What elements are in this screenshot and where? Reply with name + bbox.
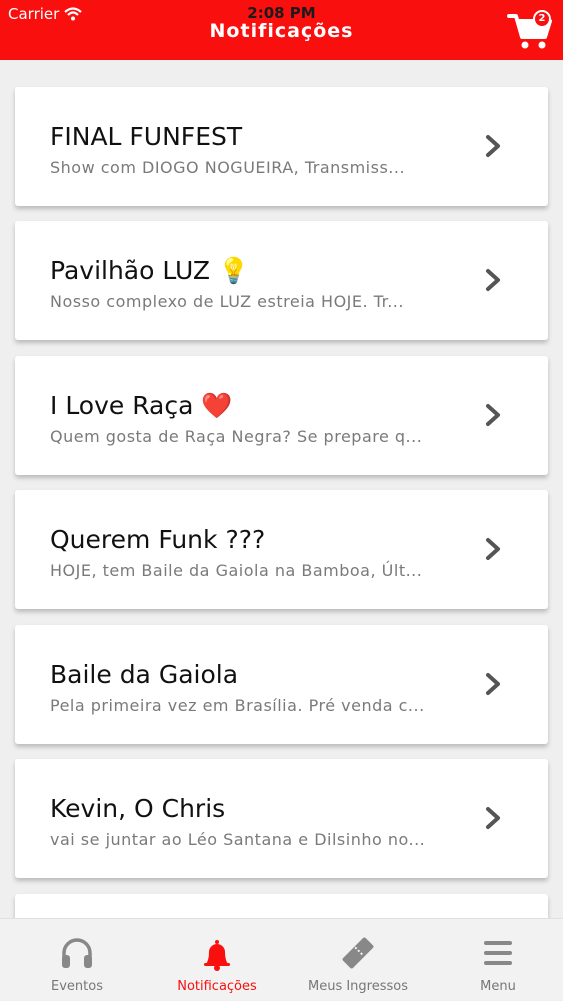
chevron-right-icon (486, 673, 500, 695)
menu-icon (484, 941, 512, 965)
tab-label: Menu (480, 979, 516, 994)
tab-eventos[interactable]: Eventos (7, 919, 147, 1001)
chevron-right-icon (486, 538, 500, 560)
notification-subtitle: Nosso complexo de LUZ estreia HOJE. Tr..… (50, 292, 404, 311)
notification-title: Querem Funk ??? (50, 525, 266, 554)
headphones-icon (62, 938, 92, 968)
cart-count-badge: 2 (533, 10, 551, 28)
notification-card[interactable]: Baile da Gaiola Pela primeira vez em Bra… (15, 625, 548, 744)
notification-card[interactable]: Querem Funk ??? HOJE, tem Baile da Gaiol… (15, 490, 548, 609)
chevron-right-icon (486, 404, 500, 426)
notification-card[interactable]: Kevin, O Chris vai se juntar ao Léo Sant… (15, 759, 548, 878)
bell-icon (204, 940, 230, 971)
tab-label: Meus Ingressos (307, 979, 408, 994)
chevron-right-icon (486, 807, 500, 829)
notification-card[interactable]: Pavilhão LUZ 💡 Nosso complexo de LUZ est… (15, 221, 548, 340)
cart-button[interactable]: 2 (507, 10, 553, 50)
notification-card[interactable]: FINAL FUNFEST Show com DIOGO NOGUEIRA, T… (15, 87, 548, 206)
tab-bar: Eventos Notificações Meus Ingressos Menu (0, 918, 563, 1000)
tab-meus-ingressos[interactable]: Meus Ingressos (288, 919, 428, 1001)
notifications-list[interactable]: FINAL FUNFEST Show com DIOGO NOGUEIRA, T… (0, 60, 563, 918)
ticket-icon (342, 937, 374, 969)
notification-title: Kevin, O Chris (50, 794, 226, 823)
notification-card[interactable]: I Love Raça ❤️ Quem gosta de Raça Negra?… (15, 356, 548, 475)
notification-subtitle: HOJE, tem Baile da Gaiola na Bamboa, Últ… (50, 561, 423, 580)
header-bar: Carrier 2:08 PM Notificações 2 (0, 0, 563, 60)
notification-title: Baile da Gaiola (50, 660, 239, 689)
notification-subtitle: Pela primeira vez em Brasília. Pré venda… (50, 696, 425, 715)
notification-title: FINAL FUNFEST (50, 122, 243, 151)
tab-label: Eventos (51, 979, 103, 994)
chevron-right-icon (486, 269, 500, 291)
tab-label: Notificações (177, 979, 257, 994)
notification-subtitle: Quem gosta de Raça Negra? Se prepare q..… (50, 427, 423, 446)
notification-title: I Love Raça ❤️ (50, 391, 233, 420)
notification-title: Pavilhão LUZ 💡 (50, 256, 250, 285)
tab-notificacoes[interactable]: Notificações (147, 919, 287, 1001)
chevron-right-icon (486, 135, 500, 157)
tab-menu[interactable]: Menu (428, 919, 563, 1001)
notification-card-partial[interactable] (15, 894, 548, 918)
notification-subtitle: Show com DIOGO NOGUEIRA, Transmiss... (50, 158, 406, 177)
page-title: Notificações (209, 20, 354, 42)
notification-subtitle: vai se juntar ao Léo Santana e Dilsinho … (50, 830, 426, 849)
